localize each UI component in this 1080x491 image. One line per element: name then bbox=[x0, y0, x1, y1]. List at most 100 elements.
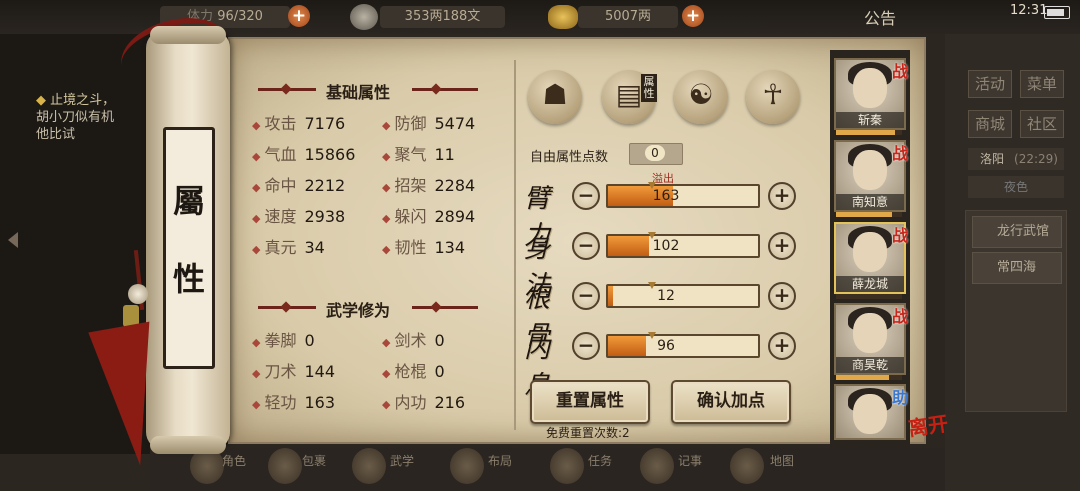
nav-martial[interactable]: 武学 bbox=[390, 452, 414, 469]
hero-card[interactable]: 商昊乾 战 bbox=[834, 303, 908, 375]
stat-value: 5474 bbox=[434, 114, 476, 133]
hero-card[interactable]: 南知意 战 bbox=[834, 140, 908, 212]
free-points-label: 自由属性点数 bbox=[530, 150, 609, 165]
quest-tracker[interactable]: ◆ 止境之斗， 胡小刀似有机 他比试 bbox=[36, 92, 146, 143]
nav-role[interactable]: 角色 bbox=[222, 452, 246, 469]
silver-display: 353两188文 bbox=[380, 6, 505, 28]
hero-portrait-icon[interactable]: ☗ bbox=[528, 70, 582, 124]
stat-bullet-icon: ◆ bbox=[252, 336, 261, 349]
nav-map[interactable]: 地图 bbox=[770, 452, 794, 469]
decrease-button[interactable]: − bbox=[572, 282, 600, 310]
shop-button[interactable]: 商城 bbox=[968, 110, 1012, 138]
task-nav-icon[interactable] bbox=[550, 448, 584, 484]
decrease-button[interactable]: − bbox=[572, 332, 600, 360]
nav-layout[interactable]: 布局 bbox=[488, 452, 512, 469]
stat-label: 防御 bbox=[394, 114, 427, 133]
stat-label: 招架 bbox=[394, 176, 427, 195]
menu-button[interactable]: 菜单 bbox=[1020, 70, 1064, 98]
stat-label: 速度 bbox=[264, 207, 297, 226]
hero-role-tag: 战 bbox=[891, 62, 908, 81]
attribute-tab-tag: 属性 bbox=[641, 74, 657, 102]
stat-label: 轻功 bbox=[264, 393, 297, 412]
add-gold-button[interactable]: + bbox=[682, 5, 704, 27]
hero-progress-bar bbox=[836, 212, 902, 217]
hero-face bbox=[853, 394, 887, 434]
stat-value: 7176 bbox=[304, 114, 346, 133]
stat-value: 0 bbox=[434, 362, 445, 381]
increase-button[interactable]: + bbox=[768, 332, 796, 360]
stat-value: 2938 bbox=[304, 207, 346, 226]
stat-label: 聚气 bbox=[394, 145, 427, 164]
attribute-bar: 96 bbox=[606, 334, 760, 358]
tassel-bead bbox=[128, 284, 148, 304]
basic-stat: ◆ 防御 5474 bbox=[382, 110, 475, 134]
location-item[interactable]: 龙行武馆 bbox=[972, 216, 1062, 248]
stat-bullet-icon: ◆ bbox=[382, 212, 391, 225]
basic-stat: ◆ 真元 34 bbox=[252, 234, 325, 258]
reset-attributes-button[interactable]: 重置属性 bbox=[530, 380, 650, 424]
clock: 12:31 bbox=[1010, 3, 1048, 18]
confirm-points-button[interactable]: 确认加点 bbox=[671, 380, 791, 424]
basic-stat: ◆ 躲闪 2894 bbox=[382, 203, 475, 227]
hero-progress-fill bbox=[836, 212, 893, 217]
basic-attributes-title: 基础属性 bbox=[326, 83, 391, 102]
stat-value: 134 bbox=[434, 238, 466, 257]
nav-task[interactable]: 任务 bbox=[588, 452, 612, 469]
leave-button[interactable]: 离开 bbox=[906, 407, 950, 441]
layout-nav-icon[interactable] bbox=[450, 448, 484, 484]
quest-diamond-icon: ◆ bbox=[36, 93, 46, 108]
nav-bag[interactable]: 包裹 bbox=[302, 452, 326, 469]
hero-card[interactable]: 助 bbox=[834, 384, 908, 440]
stat-label: 命中 bbox=[264, 176, 297, 195]
martial-stat: ◆ 剑术 0 bbox=[382, 327, 445, 351]
free-reset-count: 免费重置次数:2 bbox=[546, 426, 630, 440]
free-points-display: 0 bbox=[629, 143, 683, 165]
title-ornament bbox=[412, 306, 478, 309]
meridian-figure-icon[interactable]: ☥ bbox=[746, 70, 800, 124]
increase-button[interactable]: + bbox=[768, 282, 796, 310]
hero-face bbox=[853, 68, 887, 108]
stat-bullet-icon: ◆ bbox=[382, 336, 391, 349]
attribute-bar: 163 bbox=[606, 184, 760, 208]
hero-card[interactable]: 薛龙城 战 bbox=[834, 222, 908, 294]
stat-bullet-icon: ◆ bbox=[252, 243, 261, 256]
bag-nav-icon[interactable] bbox=[268, 448, 302, 484]
attribute-bar: 102 bbox=[606, 234, 760, 258]
stat-bullet-icon: ◆ bbox=[382, 243, 391, 256]
community-button[interactable]: 社区 bbox=[1020, 110, 1064, 138]
notes-nav-icon[interactable] bbox=[640, 448, 674, 484]
nav-notes[interactable]: 记事 bbox=[678, 452, 702, 469]
stat-label: 气血 bbox=[264, 145, 297, 164]
stat-value: 216 bbox=[434, 393, 466, 412]
stat-bullet-icon: ◆ bbox=[252, 119, 261, 132]
gold-display: 5007两 bbox=[578, 6, 678, 28]
increase-button[interactable]: + bbox=[768, 182, 796, 210]
decrease-button[interactable]: − bbox=[572, 232, 600, 260]
map-nav-icon[interactable] bbox=[730, 448, 764, 484]
attribute-value: 96 bbox=[657, 338, 675, 354]
gold-ingot-icon bbox=[548, 5, 578, 29]
bagua-icon[interactable]: ☯ bbox=[674, 70, 728, 124]
hero-face bbox=[853, 232, 887, 272]
collapse-arrow-icon[interactable] bbox=[8, 232, 18, 248]
hero-name: 薛龙城 bbox=[836, 276, 904, 292]
basic-stat: ◆ 气血 15866 bbox=[252, 141, 355, 165]
stat-bullet-icon: ◆ bbox=[382, 367, 391, 380]
martial-nav-icon[interactable] bbox=[352, 448, 386, 484]
hero-card[interactable]: 斩秦 战 bbox=[834, 58, 908, 130]
panel-divider bbox=[514, 60, 516, 430]
hero-face bbox=[853, 313, 887, 353]
stat-bullet-icon: ◆ bbox=[252, 181, 261, 194]
decrease-button[interactable]: − bbox=[572, 182, 600, 210]
silver-coin-icon bbox=[350, 4, 378, 30]
attribute-value: 102 bbox=[652, 238, 680, 254]
activity-button[interactable]: 活动 bbox=[968, 70, 1012, 98]
notice-button[interactable]: 公告 bbox=[864, 5, 896, 29]
martial-stat: ◆ 拳脚 0 bbox=[252, 327, 315, 351]
increase-button[interactable]: + bbox=[768, 232, 796, 260]
location-item[interactable]: 常四海 bbox=[972, 252, 1062, 284]
stat-value: 0 bbox=[304, 331, 315, 350]
hero-progress-bar bbox=[836, 375, 902, 380]
martial-stat: ◆ 枪棍 0 bbox=[382, 358, 445, 382]
add-stamina-button[interactable]: + bbox=[288, 5, 310, 27]
